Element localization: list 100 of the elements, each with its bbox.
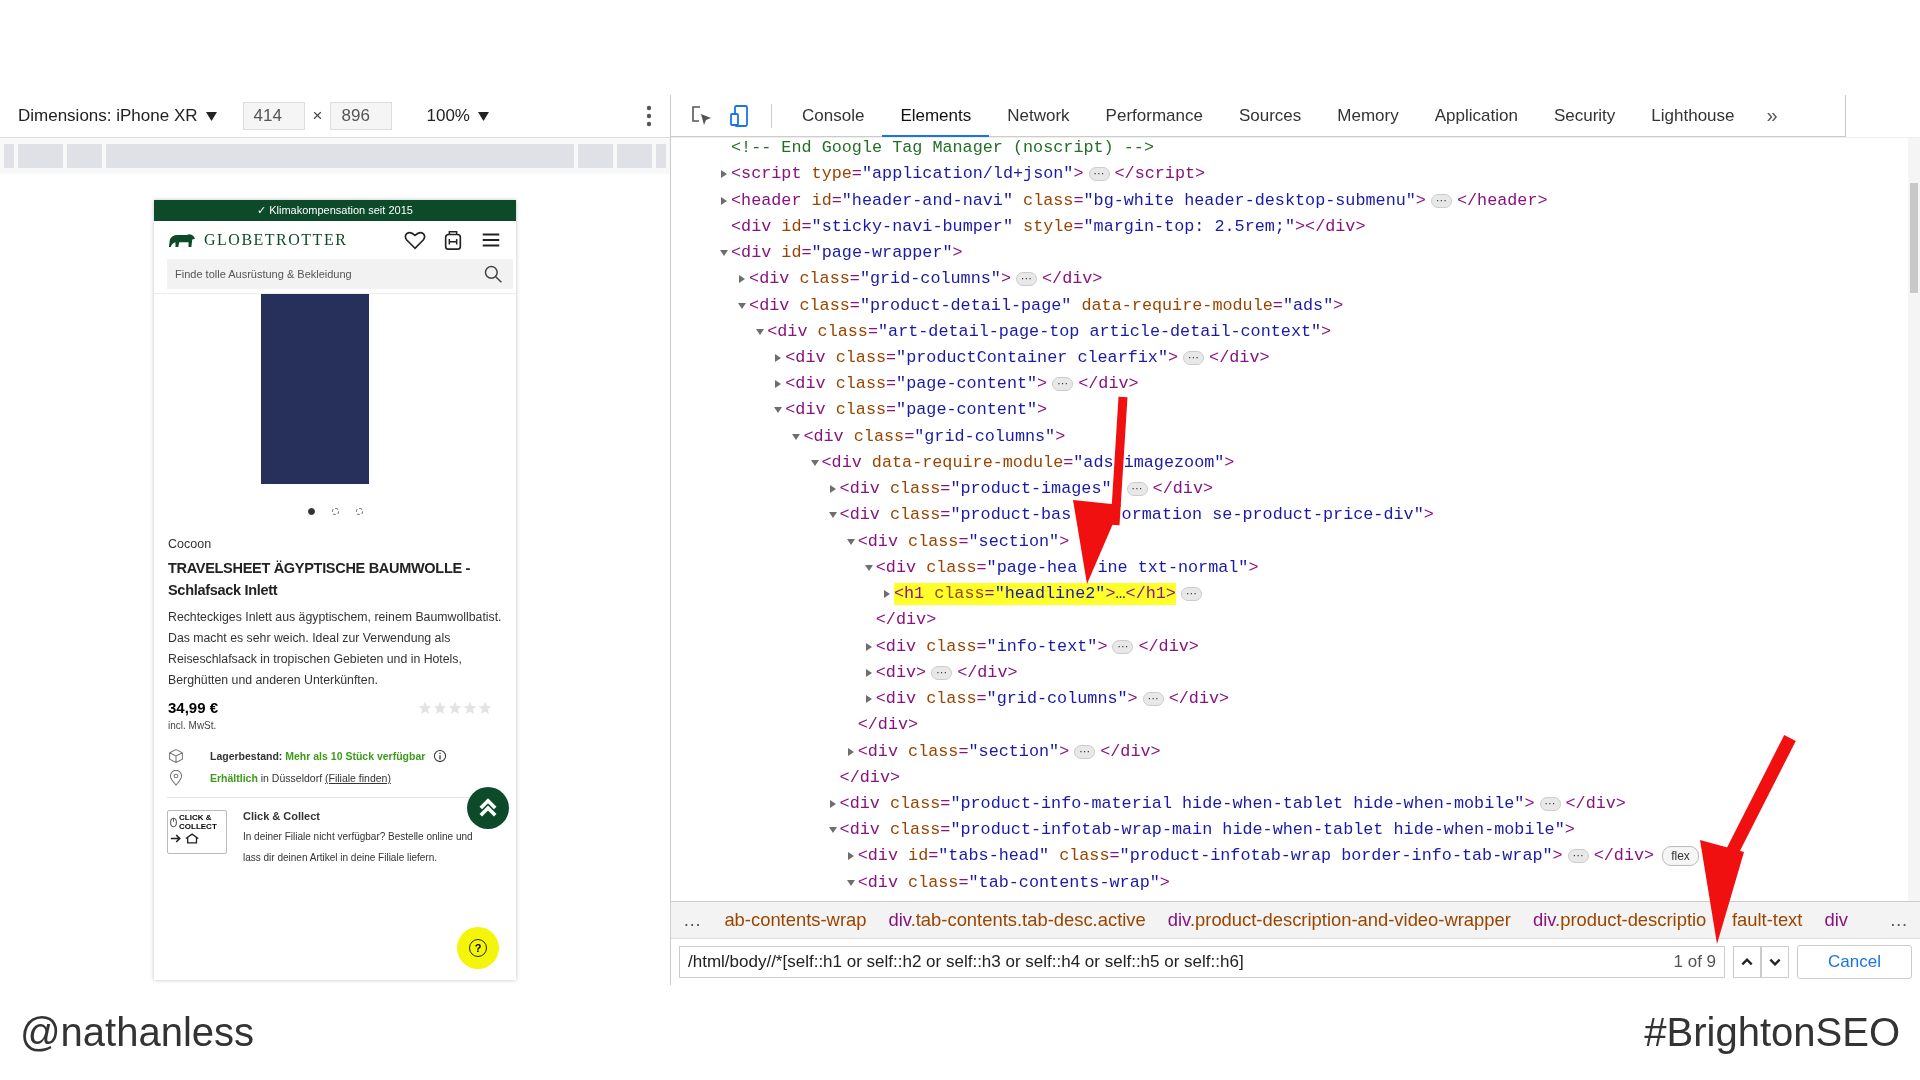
ellipsis-button[interactable]: ⋯ — [1074, 744, 1096, 759]
collapse-triangle-icon[interactable] — [737, 300, 748, 311]
find-store-link[interactable]: (Filiale finden) — [325, 772, 391, 784]
devtools-tab[interactable]: Lighthouse — [1633, 94, 1753, 137]
ellipsis-button[interactable]: ⋯ — [1142, 692, 1164, 707]
breadcrumb-scroll-left[interactable]: … — [671, 909, 714, 931]
ellipsis-button[interactable]: ⋯ — [1539, 796, 1561, 811]
ellipsis-button[interactable]: ⋯ — [1567, 849, 1589, 864]
help-button[interactable]: ? — [457, 927, 499, 969]
next-match-icon[interactable] — [1761, 946, 1790, 978]
ellipsis-button[interactable]: ⋯ — [1180, 587, 1202, 602]
expand-triangle-icon[interactable] — [845, 746, 856, 757]
ellipsis-button[interactable]: ⋯ — [1016, 272, 1037, 287]
ellipsis-button[interactable]: ⋯ — [1112, 639, 1134, 654]
cancel-button[interactable]: Cancel — [1797, 945, 1912, 979]
heart-icon[interactable] — [404, 229, 426, 251]
expand-triangle-icon[interactable] — [719, 169, 729, 180]
breadcrumb-item[interactable]: ab-contents-wrap — [713, 909, 878, 931]
collapse-triangle-icon[interactable] — [845, 877, 856, 888]
devtools-tab[interactable]: Application — [1416, 94, 1536, 137]
collapse-triangle-icon[interactable] — [791, 431, 802, 442]
scrollbar[interactable] — [1908, 138, 1920, 901]
click-collect-title: Click & Collect — [243, 810, 322, 822]
dropdown-caret-icon — [477, 111, 489, 121]
expand-triangle-icon[interactable] — [827, 798, 838, 809]
scroll-top-button[interactable] — [467, 787, 509, 829]
ellipsis-button[interactable]: ⋯ — [1052, 377, 1074, 392]
height-field[interactable]: 896 — [330, 102, 393, 130]
code-text: <div class="grid-columns"> — [803, 425, 1066, 448]
code-text: <div class="info-text"> — [875, 635, 1108, 658]
collapse-triangle-icon[interactable] — [845, 536, 856, 547]
expand-triangle-icon[interactable] — [845, 851, 856, 862]
code-text: </div> — [1168, 688, 1230, 711]
code-text: <div class="product-infotab-wrap-main hide-when-tablet hide-when-mobile"> — [839, 819, 1575, 842]
devtools-tab[interactable]: Security — [1535, 94, 1634, 137]
code-text: <div class="grid-columns"> — [749, 268, 1011, 291]
times-sign: × — [312, 106, 323, 126]
expand-triangle-icon[interactable] — [863, 694, 874, 705]
expand-triangle-icon[interactable] — [719, 195, 729, 206]
ellipsis-button[interactable]: ⋯ — [1430, 193, 1452, 208]
brand-name[interactable]: Cocoon — [154, 537, 516, 551]
code-text: <!-- End Google Tag Manager (noscript) --> — [731, 138, 1154, 160]
code-text: </script> — [1114, 163, 1206, 186]
code-text: </div> — [875, 609, 937, 632]
code-text: <div class="tab-contents-wrap"> — [857, 871, 1170, 894]
ellipsis-button[interactable]: ⋯ — [931, 665, 953, 680]
code-text: <div class="productContainer clearfix"> — [785, 347, 1179, 369]
dropdown-caret-icon — [205, 111, 217, 121]
ellipsis-button[interactable]: ⋯ — [1126, 482, 1148, 497]
breadcrumb-item[interactable]: div — [1813, 909, 1859, 931]
breadcrumb-item[interactable]: div.product-description-and-video-wrapper — [1156, 909, 1522, 931]
collapse-triangle-icon[interactable] — [809, 457, 820, 468]
expand-triangle-icon[interactable] — [863, 667, 874, 678]
bear-logo-icon — [168, 231, 196, 249]
breadcrumb-scroll-right[interactable]: … — [1877, 909, 1920, 931]
width-field[interactable]: 414 — [242, 102, 305, 130]
devtools-tab[interactable]: Sources — [1220, 94, 1320, 137]
code-text: </div> — [1152, 478, 1214, 501]
collapse-triangle-icon[interactable] — [755, 326, 766, 337]
product-description: Rechteckiges Inlett aus ägyptischem, reinem Baumwollbatist. Das macht es sehr weich. Ideal zur Verwendung als Reiseschlafsack in tropischen Gebieten und in Hotels, Berghütten und anderen Unterkünften. — [167, 609, 503, 689]
devtools-tab[interactable]: Elements — [882, 94, 990, 137]
ellipsis-button[interactable]: ⋯ — [1088, 167, 1110, 182]
ellipsis-button[interactable]: ⋯ — [1183, 351, 1205, 365]
store-logo[interactable]: GLOBETROTTER — [204, 231, 348, 249]
breadcrumb-item[interactable]: div.product-descriptio fault-text — [1521, 909, 1814, 931]
more-tabs-button[interactable]: » — [1752, 104, 1792, 127]
previous-match-icon[interactable] — [1733, 946, 1762, 978]
match-count: 1 of 9 — [1673, 952, 1717, 972]
code-text: <header id="header-and-navi" class="bg-white header-desktop-submenu"> — [731, 189, 1426, 212]
devtools-tab[interactable]: Console — [784, 94, 883, 137]
more-options-icon[interactable] — [646, 105, 652, 127]
code-text: </div> — [1593, 845, 1655, 868]
devtools-tab[interactable]: Memory — [1319, 94, 1417, 137]
zoom-dropdown[interactable]: 100% — [426, 106, 470, 126]
shopping-bag-icon[interactable] — [442, 229, 464, 251]
collapse-triangle-icon[interactable] — [863, 562, 874, 573]
code-text: </div> — [1138, 635, 1199, 658]
badge-text: CLICK & COLLECT — [179, 813, 217, 831]
search-query-field[interactable]: /html/body//*[self::h1 or self::h2 or self::h3 or self::h4 or self::h5 or self::h6] 1 of 9 — [679, 946, 1726, 978]
expand-triangle-icon[interactable] — [881, 589, 892, 600]
click-collect-text: In deiner Filiale nicht verfügbar? Bestelle online und lass dir deinen Artikel in deine Filiale liefern. — [243, 830, 474, 865]
flex-badge[interactable]: flex — [1662, 846, 1699, 867]
availability-text: Erhältlich in Düsseldorf (Filiale finden) — [210, 772, 391, 784]
code-text: <div id="page-wrapper"> — [731, 242, 963, 265]
arrow-to-house-icon — [170, 833, 200, 844]
code-text: <div class="grid-columns"> — [875, 688, 1138, 711]
expand-triangle-icon[interactable] — [827, 484, 838, 495]
expand-triangle-icon[interactable] — [863, 641, 874, 652]
info-icon[interactable] — [433, 749, 448, 763]
breadcrumb-item[interactable]: div.tab-contents.tab-desc.active — [877, 909, 1157, 931]
carousel-dot[interactable] — [307, 508, 315, 515]
devtools-tab[interactable]: Network — [989, 94, 1088, 137]
code-text: </div> — [1565, 792, 1626, 815]
speaker-handle: @nathanless — [20, 1010, 255, 1055]
box-icon — [168, 748, 184, 764]
stock-status: Lagerbestand: Mehr als 10 Stück verfügbar — [210, 750, 426, 762]
search-field[interactable]: Finde tolle Ausrüstung & Bekleidung — [167, 259, 513, 289]
code-text: <div> — [875, 661, 927, 684]
device-dropdown[interactable]: Dimensions: iPhone XR — [18, 106, 198, 126]
devtools-tab[interactable]: Performance — [1087, 94, 1221, 137]
